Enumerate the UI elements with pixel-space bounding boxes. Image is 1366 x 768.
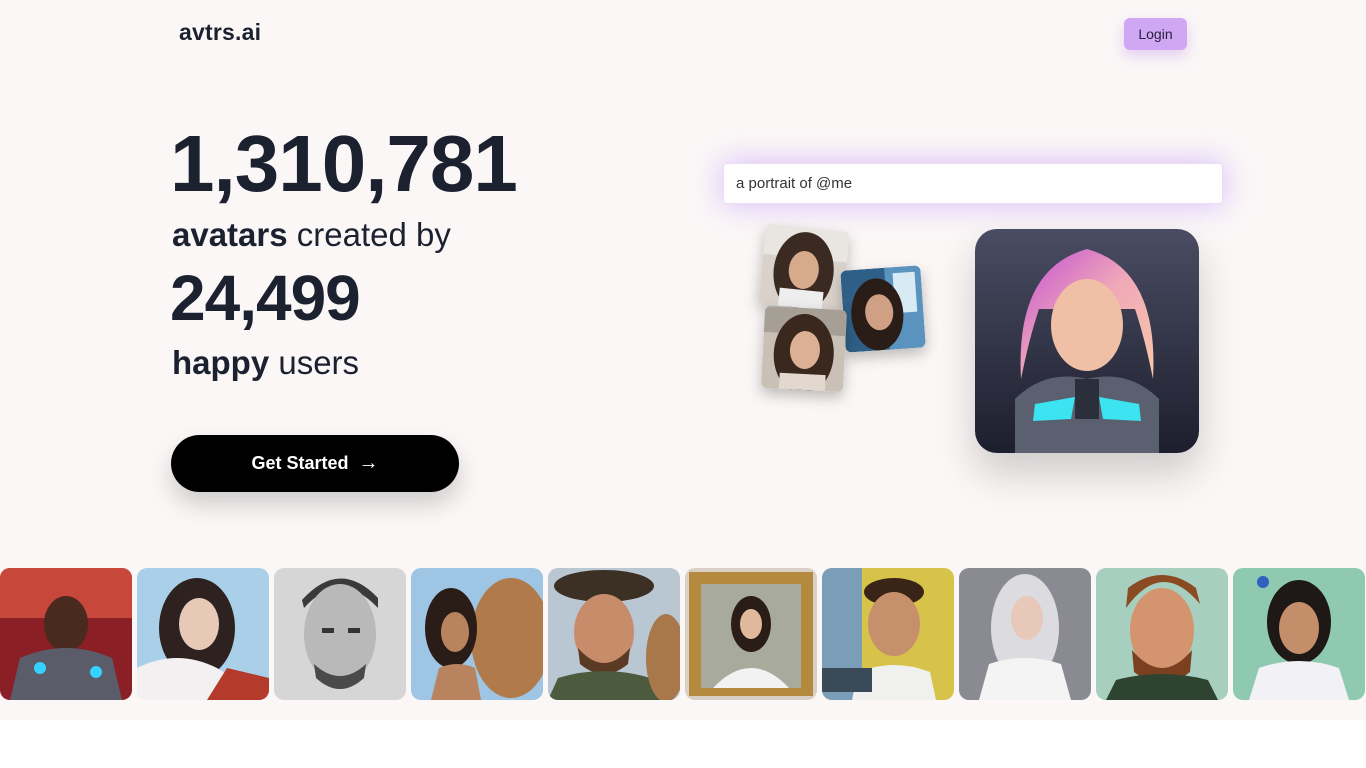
get-started-label: Get Started xyxy=(251,453,349,473)
prompt-input[interactable]: a portrait of @me xyxy=(723,163,1223,204)
get-started-button[interactable]: Get Started → xyxy=(171,435,459,492)
gallery-item-pencil-sketch-man[interactable] xyxy=(274,568,406,700)
avatars-count: 1,310,781 xyxy=(170,119,518,208)
gallery-item-bearded-man[interactable] xyxy=(1096,568,1228,700)
created-by-text: created by xyxy=(287,216,451,253)
gallery-item-silver-hair-woman[interactable] xyxy=(959,568,1091,700)
gallery-item-woman-with-camel[interactable] xyxy=(411,568,543,700)
users-text: users xyxy=(269,344,360,381)
avatar-gallery xyxy=(0,568,1366,700)
selfie-photo-2 xyxy=(840,265,926,353)
users-caption: happy users xyxy=(172,346,359,379)
avatars-caption: avatars created by xyxy=(172,218,451,251)
logo[interactable]: avtrs.ai xyxy=(179,19,261,46)
selfie-photo-1 xyxy=(758,223,850,313)
gallery-item-man-on-street[interactable] xyxy=(822,568,954,700)
gallery-item-girl-in-hoodie[interactable] xyxy=(1233,568,1365,700)
footer-strip xyxy=(0,720,1366,768)
login-button[interactable]: Login xyxy=(1124,18,1187,50)
users-count: 24,499 xyxy=(170,262,361,334)
gallery-item-framed-portrait[interactable] xyxy=(685,568,817,700)
gallery-item-man-with-hat[interactable] xyxy=(548,568,680,700)
selfie-photo-3 xyxy=(760,305,848,393)
prompt-text: a portrait of @me xyxy=(736,175,853,192)
arrow-right-icon: → xyxy=(358,452,379,474)
result-avatar-image xyxy=(975,229,1199,453)
gallery-item-fantasy-woman[interactable] xyxy=(137,568,269,700)
happy-word: happy xyxy=(172,344,270,381)
gallery-item-cyber-warrior[interactable] xyxy=(0,568,132,700)
avatars-word: avatars xyxy=(172,216,288,253)
